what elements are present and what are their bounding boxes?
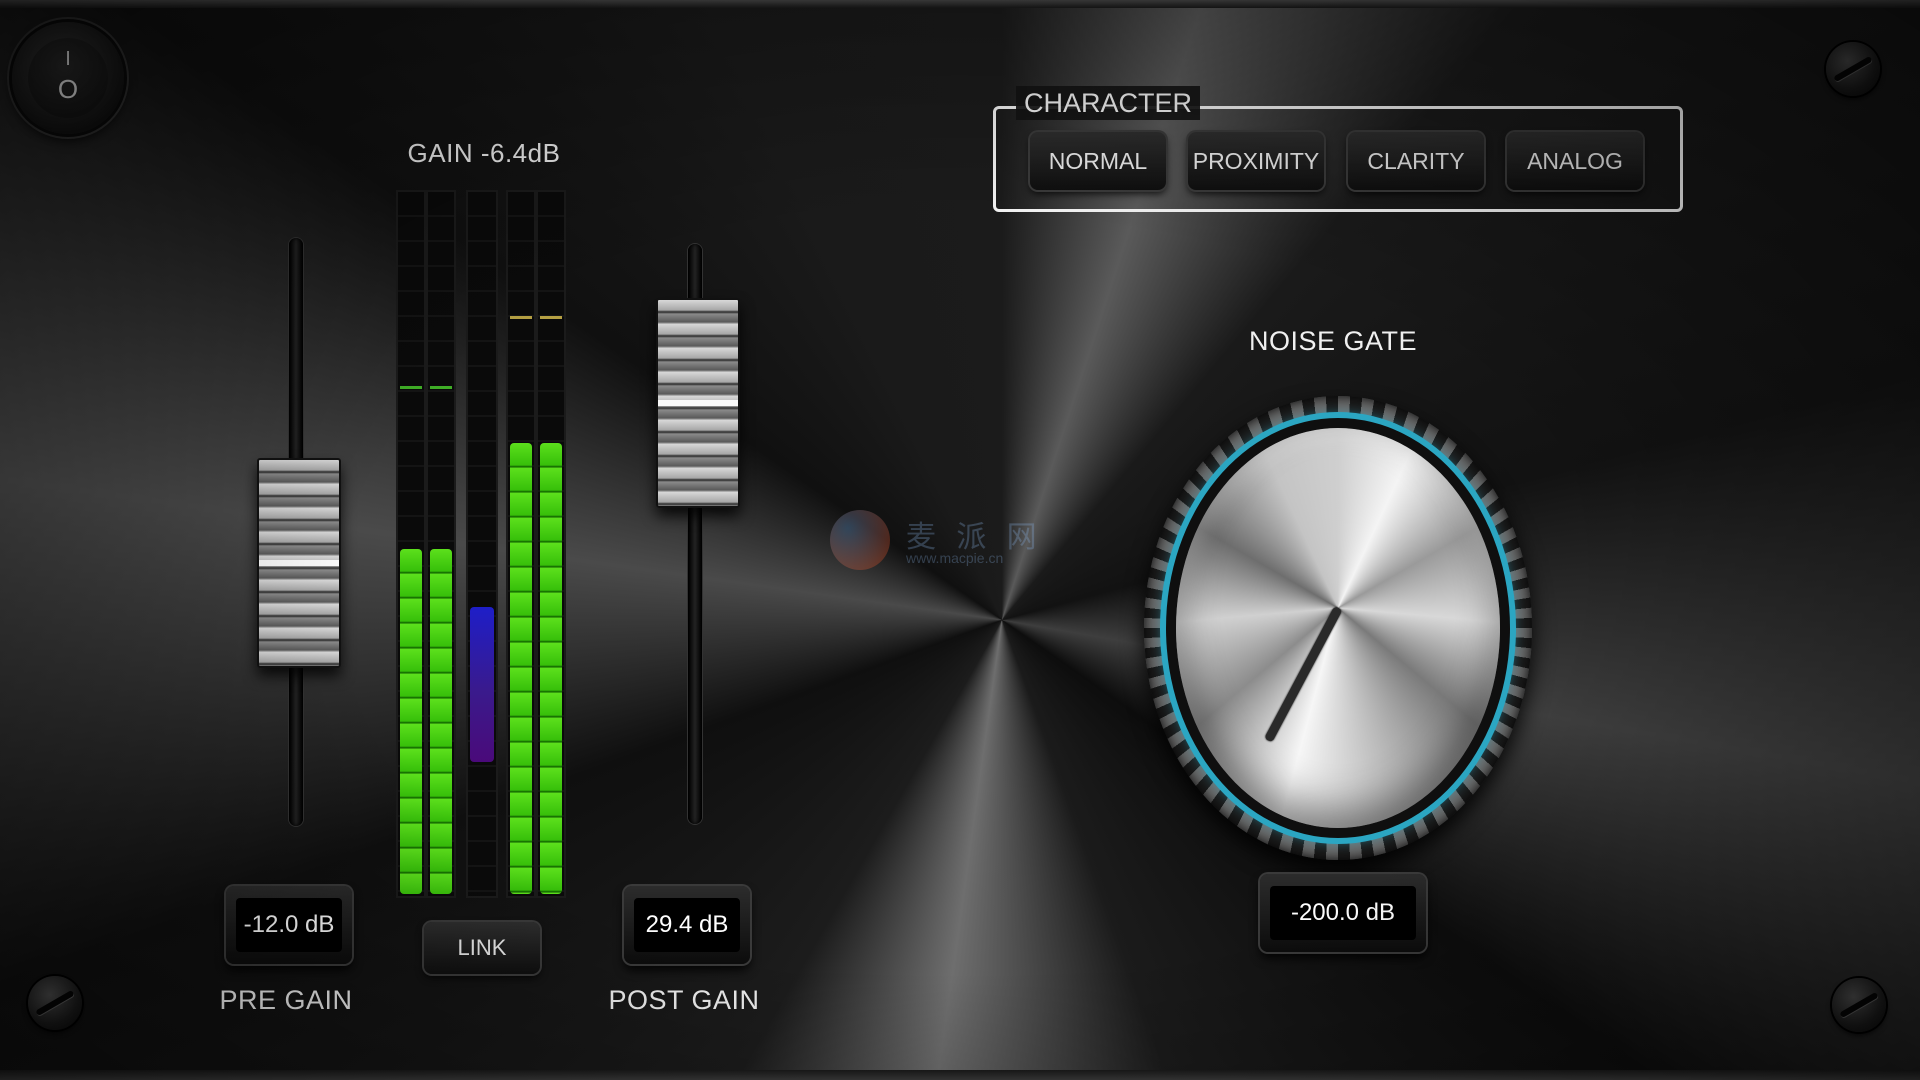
character-normal-button[interactable]: NORMAL [1030,132,1166,190]
post-gain-fader-handle[interactable] [656,297,740,508]
power-on-symbol: I [65,48,71,70]
output-meter-left [506,190,536,898]
input-meter-right-peak [430,386,452,390]
noise-gate-display[interactable]: -200.0 dB [1260,874,1426,952]
input-meter-left-peak [400,386,422,390]
noise-gate-knob-face[interactable] [1176,428,1500,828]
pre-gain-display[interactable]: -12.0 dB [226,886,352,964]
gain-reduction-meter [466,190,498,898]
panel-top-edge [0,0,1920,8]
noise-gate-knob[interactable] [1144,396,1532,860]
pre-gain-fader-handle[interactable] [257,458,341,669]
output-meter-right [536,190,566,898]
post-gain-label: POST GAIN [608,985,760,1015]
character-proximity-button[interactable]: PROXIMITY [1188,132,1324,190]
character-analog-button[interactable]: ANALOG [1507,132,1643,190]
watermark-logo-icon [830,510,890,570]
input-meter-right-fill [430,549,452,894]
gain-reduction-fill [470,607,494,763]
output-meter-left-peak [510,315,532,319]
post-gain-display[interactable]: 29.4 dB [624,886,750,964]
power-icon: I O [28,38,108,118]
panel-bottom-edge [0,1070,1920,1080]
meter-grid [468,192,496,896]
input-meter-left-fill [400,549,422,894]
character-title: CHARACTER [1016,86,1201,120]
output-meter-left-fill [510,443,532,894]
gain-readout: GAIN -6.4dB [407,138,561,168]
link-button[interactable]: LINK [424,922,540,974]
watermark-url: www.macpie.cn [906,550,1004,566]
watermark: 麦 派 网 www.macpie.cn [830,510,1070,570]
noise-gate-knob-ring [1166,418,1510,838]
knob-pointer-icon [1263,605,1342,743]
pre-gain-label: PRE GAIN [219,985,353,1015]
screw-icon-top-right [1826,42,1880,96]
power-switch[interactable]: I O [12,22,124,134]
screw-icon-bottom-right [1832,978,1886,1032]
noise-gate-label: NOISE GATE [1248,326,1418,356]
input-meter-right [426,190,456,898]
power-off-symbol: O [57,74,79,104]
screw-icon-bottom-left [28,976,82,1030]
plugin-panel: I O 麦 派 网 www.macpie.cn -12.0 dB PRE GAI… [0,0,1920,1080]
output-meter-right-fill [540,443,562,894]
output-meter-right-peak [540,315,562,319]
noise-gate-value: -200.0 dB [1270,886,1416,940]
pre-gain-value: -12.0 dB [236,898,342,952]
input-meter-left [396,190,426,898]
post-gain-value: 29.4 dB [634,898,740,952]
character-clarity-button[interactable]: CLARITY [1348,132,1484,190]
